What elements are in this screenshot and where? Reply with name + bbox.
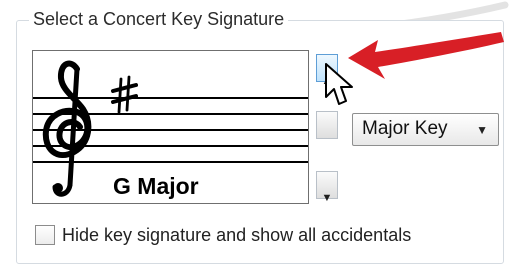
treble-clef-icon [42,60,92,197]
chevron-down-icon: ▼ [321,192,333,204]
chevron-down-icon: ▼ [476,123,488,137]
red-arrow-icon [348,32,504,79]
mouse-pointer-icon [325,63,353,105]
key-scroll-thumb[interactable] [316,111,338,139]
hide-accidentals-option[interactable]: Hide key signature and show all accident… [35,224,495,248]
key-mode-select[interactable]: Major Key ▼ [352,113,499,146]
sharp-icon [111,75,138,114]
key-signature-dialog: Select a Concert Key Signature G Major ▼… [0,0,518,270]
key-mode-value: Major Key [362,118,448,139]
hide-accidentals-checkbox[interactable] [35,225,55,245]
hide-accidentals-label: Hide key signature and show all accident… [62,225,412,245]
next-key-button[interactable]: ▼ [316,171,338,204]
key-name-label: G Major [113,173,199,199]
group-title: Select a Concert Key Signature [29,7,289,31]
